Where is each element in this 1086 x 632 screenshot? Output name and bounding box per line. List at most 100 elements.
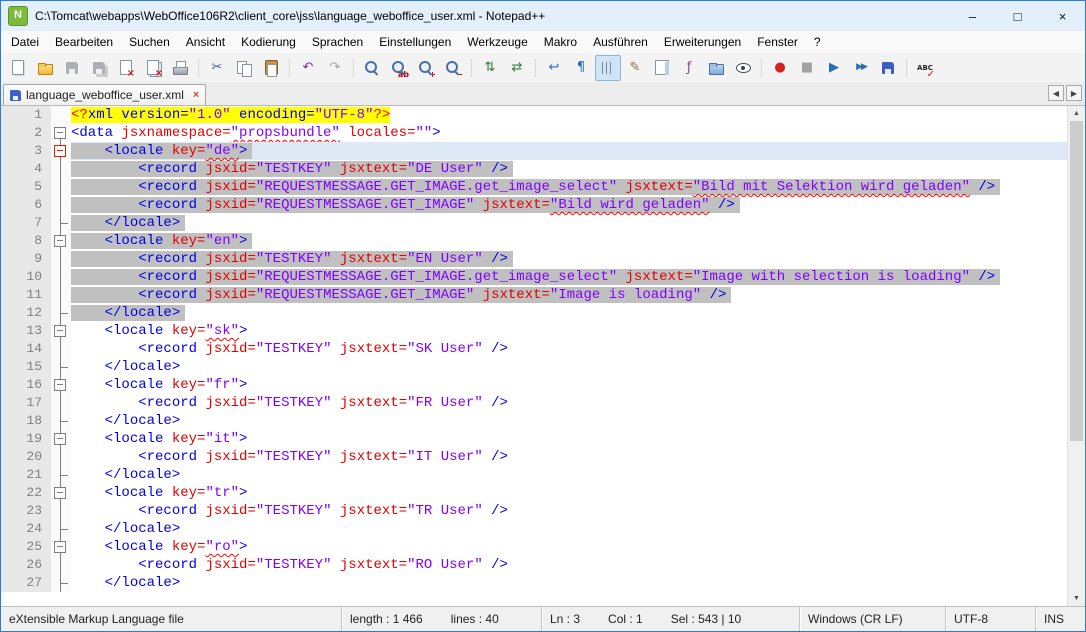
- code-line[interactable]: <locale key="sk">: [71, 322, 1067, 340]
- show-indent-guide-button[interactable]: [595, 55, 621, 81]
- fold-marker[interactable]: [51, 376, 71, 394]
- code-line[interactable]: <locale key="fr">: [71, 376, 1067, 394]
- fold-marker[interactable]: [51, 538, 71, 556]
- fold-marker[interactable]: [51, 124, 71, 142]
- code-line[interactable]: <locale key="tr">: [71, 484, 1067, 502]
- editor-row-22: 22 <locale key="tr">: [1, 484, 1067, 502]
- menu-item-ausfuehren[interactable]: Ausführen: [585, 32, 656, 52]
- code-line[interactable]: <record jsxid="TESTKEY" jsxtext="DE User…: [71, 160, 1067, 178]
- code-line[interactable]: </locale>: [71, 412, 1067, 430]
- fold-marker[interactable]: [51, 322, 71, 340]
- code-line[interactable]: <locale key="ro">: [71, 538, 1067, 556]
- code-line[interactable]: <record jsxid="TESTKEY" jsxtext="EN User…: [71, 250, 1067, 268]
- code-line[interactable]: </locale>: [71, 304, 1067, 322]
- maximize-button[interactable]: □: [995, 1, 1040, 31]
- menu-item-erweiterungen[interactable]: Erweiterungen: [656, 32, 749, 52]
- menu-item-makro[interactable]: Makro: [536, 32, 585, 52]
- sync-horizontal-scrolling-button[interactable]: ⇄: [504, 55, 530, 81]
- copy-button[interactable]: [231, 55, 257, 81]
- menu-item-werkzeuge[interactable]: Werkzeuge: [459, 32, 535, 52]
- code-line[interactable]: <locale key="de">: [71, 142, 1067, 160]
- print-button[interactable]: [167, 55, 193, 81]
- document-map-button[interactable]: [649, 55, 675, 81]
- macro-run-multiple-button[interactable]: ▶▶: [848, 55, 874, 81]
- spell-check-button[interactable]: ABC: [912, 55, 938, 81]
- code-line[interactable]: <locale key="it">: [71, 430, 1067, 448]
- show-all-characters-button[interactable]: ¶: [568, 55, 594, 81]
- menu-item-kodierung[interactable]: Kodierung: [233, 32, 304, 52]
- open-file-button[interactable]: [32, 55, 58, 81]
- macro-run-multiple-icon: ▶▶: [853, 60, 869, 76]
- fold-marker[interactable]: [51, 430, 71, 448]
- fold-marker: [51, 286, 71, 304]
- menu-item-bearbeiten[interactable]: Bearbeiten: [47, 32, 121, 52]
- code-line[interactable]: </locale>: [71, 466, 1067, 484]
- macro-save-button[interactable]: [875, 55, 901, 81]
- word-wrap-button[interactable]: ↩: [541, 55, 567, 81]
- minimize-button[interactable]: –: [950, 1, 995, 31]
- code-line[interactable]: <record jsxid="REQUESTMESSAGE.GET_IMAGE.…: [71, 178, 1067, 196]
- new-file-button[interactable]: [5, 55, 31, 81]
- undo-button[interactable]: ↶: [295, 55, 321, 81]
- vertical-scrollbar[interactable]: ▲ ▼: [1067, 106, 1085, 606]
- sync-vertical-scrolling-button[interactable]: ⇅: [477, 55, 503, 81]
- tab-scroll-left-button[interactable]: ◀: [1048, 85, 1064, 101]
- macro-stop-button[interactable]: ■: [794, 55, 820, 81]
- folder-as-workspace-button[interactable]: [703, 55, 729, 81]
- code-line[interactable]: <record jsxid="TESTKEY" jsxtext="IT User…: [71, 448, 1067, 466]
- menu-item-datei[interactable]: Datei: [3, 32, 47, 52]
- copy-icon: [236, 60, 252, 76]
- editor-lines[interactable]: 1<?xml version="1.0" encoding="UTF-8"?>2…: [1, 106, 1067, 606]
- code-line[interactable]: </locale>: [71, 520, 1067, 538]
- code-line[interactable]: </locale>: [71, 574, 1067, 592]
- code-line[interactable]: <data jsxnamespace="propsbundle" locales…: [71, 124, 1067, 142]
- menu-item-hilfe[interactable]: ?: [806, 32, 829, 52]
- scroll-thumb[interactable]: [1070, 121, 1083, 441]
- find-button[interactable]: [359, 55, 385, 81]
- function-list-button[interactable]: ƒ: [676, 55, 702, 81]
- save-all-button[interactable]: [86, 55, 112, 81]
- paste-button[interactable]: [258, 55, 284, 81]
- tab-close-icon[interactable]: ×: [193, 89, 199, 101]
- line-number: 24: [1, 520, 51, 538]
- code-line[interactable]: <record jsxid="REQUESTMESSAGE.GET_IMAGE"…: [71, 286, 1067, 304]
- close-button[interactable]: ×: [1040, 1, 1085, 31]
- code-line[interactable]: <record jsxid="REQUESTMESSAGE.GET_IMAGE"…: [71, 196, 1067, 214]
- fold-marker[interactable]: [51, 232, 71, 250]
- close-file-button[interactable]: [113, 55, 139, 81]
- code-line[interactable]: <record jsxid="REQUESTMESSAGE.GET_IMAGE.…: [71, 268, 1067, 286]
- close-all-button[interactable]: [140, 55, 166, 81]
- macro-playback-button[interactable]: ▶: [821, 55, 847, 81]
- code-line[interactable]: <record jsxid="TESTKEY" jsxtext="FR User…: [71, 394, 1067, 412]
- code-line[interactable]: <record jsxid="TESTKEY" jsxtext="SK User…: [71, 340, 1067, 358]
- code-line[interactable]: <record jsxid="TESTKEY" jsxtext="TR User…: [71, 502, 1067, 520]
- fold-marker[interactable]: [51, 142, 71, 160]
- menu-item-sprachen[interactable]: Sprachen: [304, 32, 371, 52]
- tab-nav: ◀ ▶: [1048, 85, 1082, 101]
- scroll-up-button[interactable]: ▲: [1068, 106, 1085, 121]
- menu-item-fenster[interactable]: Fenster: [749, 32, 806, 52]
- user-defined-dialog-button[interactable]: ✎: [622, 55, 648, 81]
- code-line[interactable]: <locale key="en">: [71, 232, 1067, 250]
- macro-record-button[interactable]: ●: [767, 55, 793, 81]
- menu-item-ansicht[interactable]: Ansicht: [178, 32, 233, 52]
- tab-language-weboffice-user-xml[interactable]: language_weboffice_user.xml ×: [3, 84, 206, 105]
- cut-button[interactable]: ✂: [204, 55, 230, 81]
- zoom-out-button[interactable]: −: [440, 55, 466, 81]
- menu-item-einstellungen[interactable]: Einstellungen: [371, 32, 459, 52]
- editor[interactable]: 1<?xml version="1.0" encoding="UTF-8"?>2…: [1, 106, 1085, 606]
- monitoring-button[interactable]: [730, 55, 756, 81]
- replace-button[interactable]: ab: [386, 55, 412, 81]
- tab-scroll-right-button[interactable]: ▶: [1066, 85, 1082, 101]
- code-line[interactable]: </locale>: [71, 358, 1067, 376]
- zoom-in-button[interactable]: +: [413, 55, 439, 81]
- scroll-track[interactable]: [1068, 121, 1085, 591]
- scroll-down-button[interactable]: ▼: [1068, 591, 1085, 606]
- redo-button[interactable]: ↷: [322, 55, 348, 81]
- fold-marker[interactable]: [51, 484, 71, 502]
- code-line[interactable]: <record jsxid="TESTKEY" jsxtext="RO User…: [71, 556, 1067, 574]
- menu-item-suchen[interactable]: Suchen: [121, 32, 178, 52]
- code-line[interactable]: <?xml version="1.0" encoding="UTF-8"?>: [71, 106, 1067, 124]
- save-file-button[interactable]: [59, 55, 85, 81]
- code-line[interactable]: </locale>: [71, 214, 1067, 232]
